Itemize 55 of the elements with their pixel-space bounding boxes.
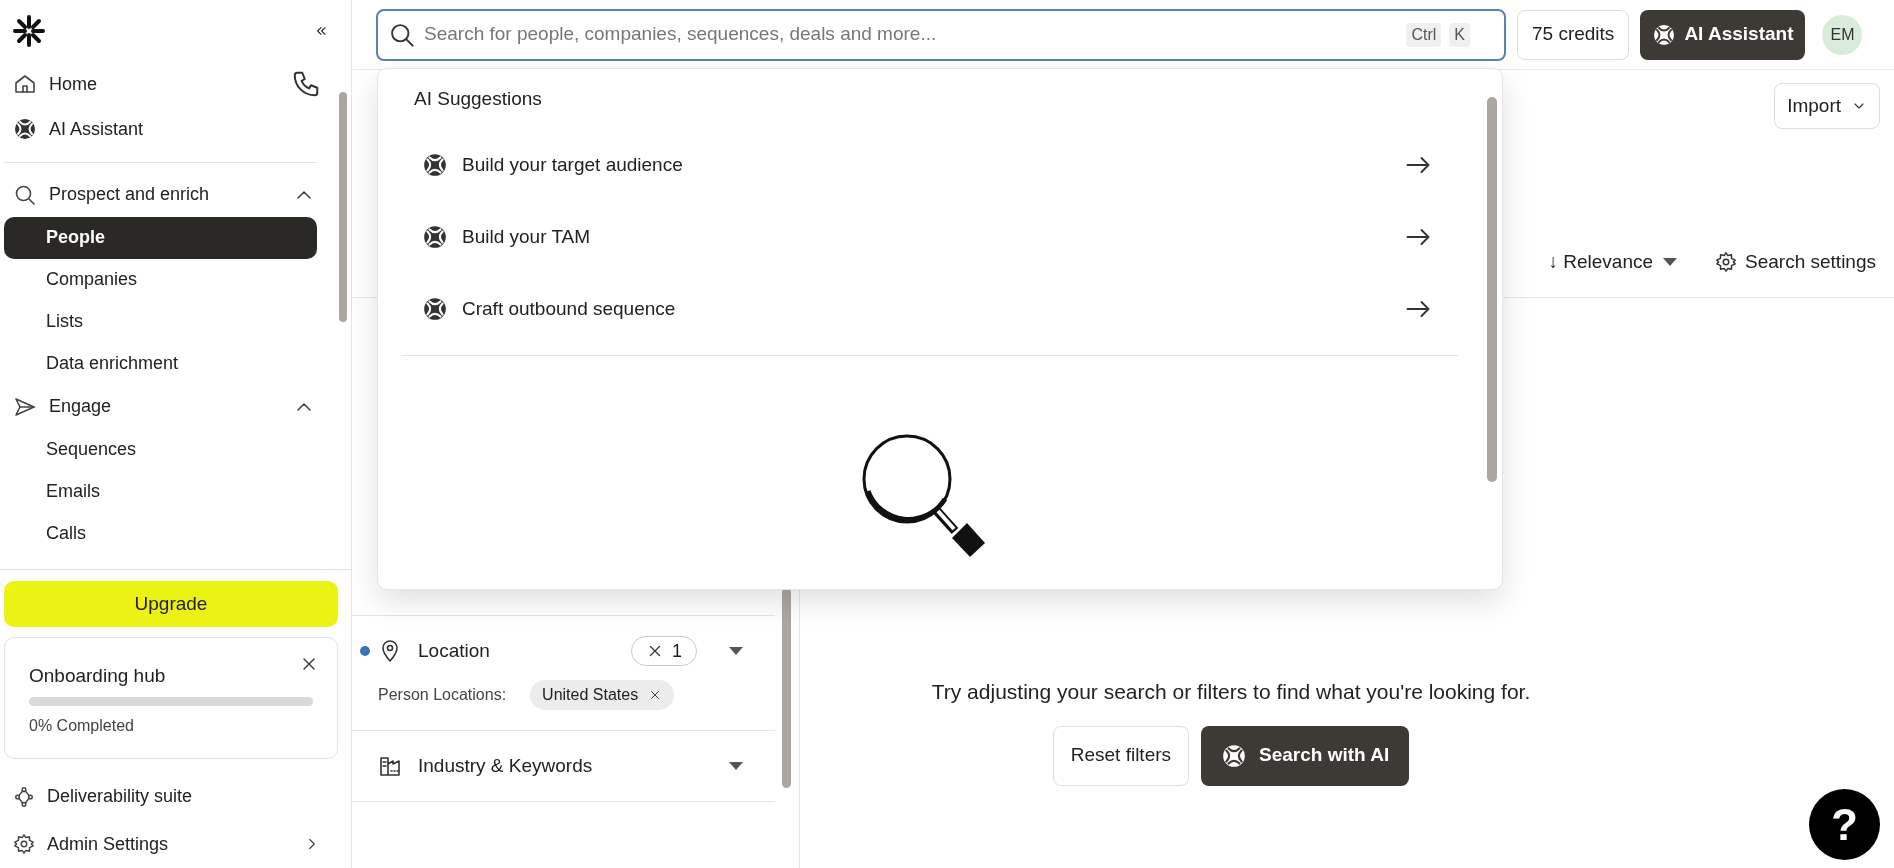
caret-icon <box>729 762 743 770</box>
nav-item[interactable]: Deliverability suite <box>47 783 321 810</box>
ai-icon <box>422 152 448 178</box>
nodes-icon <box>13 785 35 808</box>
nav-item[interactable]: Data enrichment <box>4 342 317 385</box>
logo-icon[interactable] <box>12 13 46 48</box>
nav-section[interactable]: Engage <box>49 393 285 421</box>
search-with-ai-button[interactable]: Search with AI <box>1201 725 1410 786</box>
ai-icon <box>422 296 448 322</box>
nav-item[interactable]: Admin Settings <box>47 830 291 858</box>
filter-label: Person Locations: <box>378 685 507 705</box>
nav-item[interactable]: Emails <box>4 470 317 513</box>
nav-item[interactable]: Calls <box>4 512 317 555</box>
reset-filters-button[interactable]: Reset filters <box>1052 725 1190 786</box>
nav-item[interactable]: AI Assistant <box>49 115 144 143</box>
import-button[interactable]: Import <box>1774 83 1880 129</box>
filter-chip[interactable]: United States <box>530 680 675 710</box>
progress-text: 0% Completed <box>29 715 135 736</box>
credits-button[interactable]: 75 credits <box>1517 9 1630 60</box>
filter-title[interactable]: Location <box>418 636 631 666</box>
settings-icon <box>13 833 35 856</box>
scrollbar-thumb[interactable] <box>339 91 347 322</box>
building-icon <box>378 754 402 778</box>
settings-icon <box>1715 251 1738 274</box>
ai-icon <box>1221 742 1248 769</box>
shortcut-key: Ctrl <box>1406 22 1442 47</box>
empty-state-message: Try adjusting your search or filters to find what you're looking for. <box>931 679 1531 705</box>
card-title: Onboarding hub <box>29 664 167 689</box>
filter-title[interactable]: Industry & Keywords <box>418 751 729 781</box>
search-settings-button[interactable]: Search settings <box>1715 248 1876 277</box>
scrollbar-thumb[interactable] <box>781 588 791 788</box>
nav-item[interactable]: Home <box>49 70 97 98</box>
caret-icon <box>1663 258 1678 267</box>
nav-item[interactable]: Lists <box>4 300 317 343</box>
shortcut-key: K <box>1449 22 1470 47</box>
search-field[interactable]: Search for people, companies, sequences, deals and more... Ctrl K <box>376 8 1506 61</box>
ai-assistant-button[interactable]: AI Assistant <box>1640 9 1806 60</box>
sort-dropdown[interactable]: ↓ Relevance <box>1548 248 1678 277</box>
ai-icon <box>1652 22 1677 47</box>
caret-icon <box>729 647 743 655</box>
nav-item[interactable]: Sequences <box>4 428 317 471</box>
ai-icon <box>422 224 448 250</box>
nav-section[interactable]: Prospect and enrich <box>49 181 285 209</box>
nav-item[interactable]: Companies <box>4 258 317 301</box>
suggestion-item[interactable]: Craft outbound sequence <box>402 273 1458 345</box>
suggestion-item[interactable]: Build your target audience <box>402 129 1458 201</box>
user-avatar[interactable]: EM <box>1822 14 1863 55</box>
dropdown-heading: AI Suggestions <box>414 87 542 111</box>
help-button[interactable]: ? <box>1809 789 1880 860</box>
suggestion-item[interactable]: Build your TAM <box>402 201 1458 273</box>
ai-icon <box>13 117 37 142</box>
nav-item[interactable]: People <box>4 216 317 259</box>
search-input[interactable]: Search for people, companies, sequences, deals and more... <box>424 20 1399 49</box>
upgrade-button[interactable]: Upgrade <box>4 580 338 628</box>
scrollbar-thumb[interactable] <box>1487 97 1497 482</box>
